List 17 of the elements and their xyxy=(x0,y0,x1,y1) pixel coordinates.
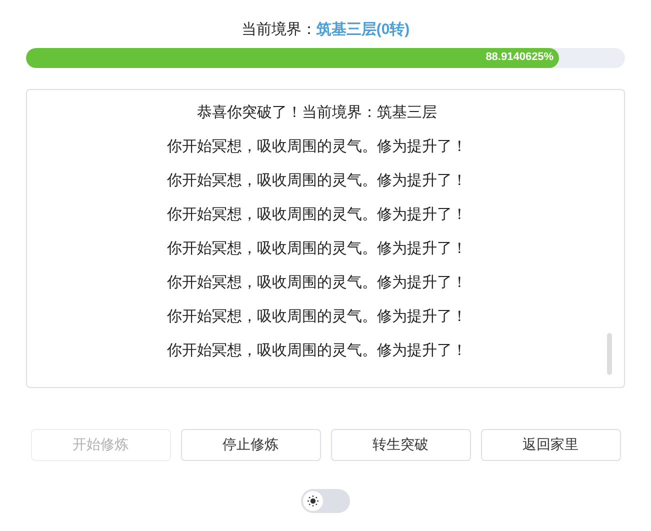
theme-switch[interactable] xyxy=(301,488,350,512)
log-message: 你开始冥想，吸收周围的灵气。修为提升了！ xyxy=(167,136,467,156)
log-message: 你开始冥想，吸收周围的灵气。修为提升了！ xyxy=(167,340,467,360)
action-button[interactable]: 停止修炼 xyxy=(180,428,320,460)
scrollbar xyxy=(607,332,612,374)
action-button[interactable]: 转生突破 xyxy=(330,428,470,460)
realm-label: 当前境界： xyxy=(241,20,316,40)
action-button[interactable]: 返回家里 xyxy=(480,428,620,460)
log-message: 你开始冥想，吸收周围的灵气。修为提升了！ xyxy=(167,238,467,258)
log-message: 你开始冥想，吸收周围的灵气。修为提升了！ xyxy=(167,204,467,224)
progress-reading: 88.9140625% xyxy=(486,50,554,66)
log-message: 恭喜你突破了！当前境界：筑基三层 xyxy=(197,102,437,122)
log-message: 你开始冥想，吸收周围的灵气。修为提升了！ xyxy=(167,170,467,190)
sun-icon xyxy=(307,494,319,506)
realm-value: 筑基三层(0转) xyxy=(316,20,410,40)
log-message: 你开始冥想，吸收周围的灵气。修为提升了！ xyxy=(167,306,467,326)
log-message: 你开始冥想，吸收周围的灵气。修为提升了！ xyxy=(167,272,467,292)
